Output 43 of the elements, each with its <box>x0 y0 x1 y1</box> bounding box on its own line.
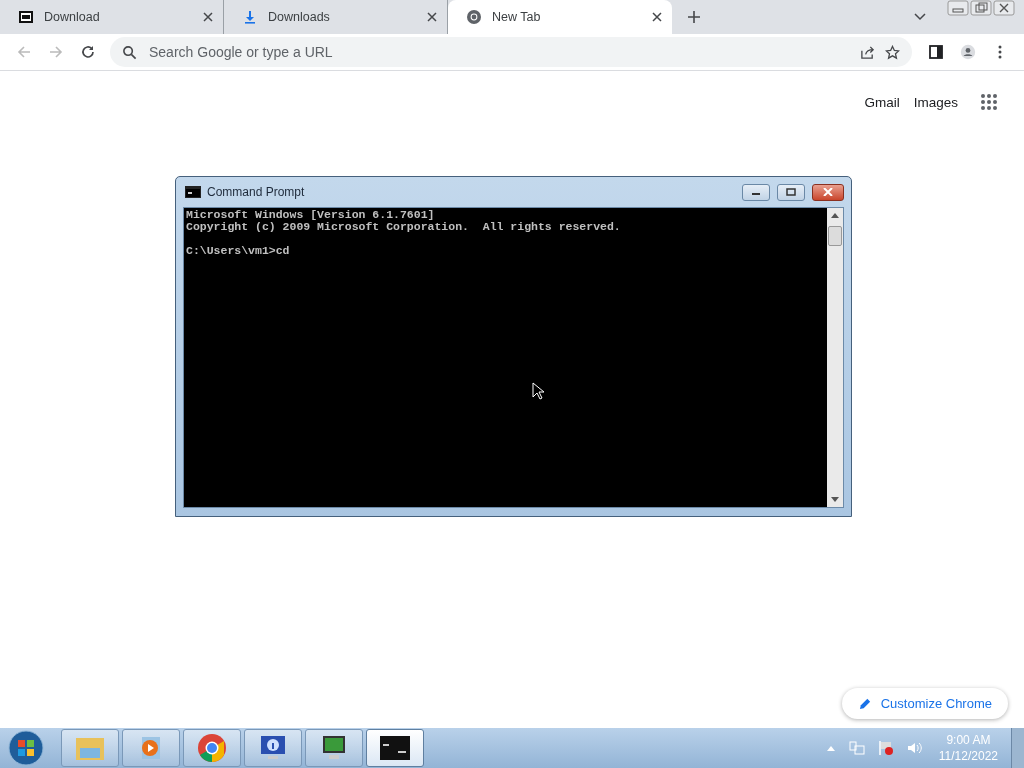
header-link[interactable]: Images <box>913 94 958 110</box>
clock-date: 11/12/2022 <box>938 748 998 764</box>
scroll-up-icon[interactable] <box>831 212 839 218</box>
star-icon[interactable] <box>885 44 900 60</box>
chrome-icon <box>197 733 227 763</box>
close-icon <box>823 188 833 196</box>
address-bar[interactable]: Search Google or type a URL <box>110 37 912 67</box>
taskbar-button[interactable] <box>305 729 363 767</box>
window-title: Command Prompt <box>207 185 305 199</box>
chevron-down-icon[interactable] <box>914 13 926 21</box>
console-icon <box>380 736 410 760</box>
maximize-icon <box>786 188 796 196</box>
pencil-icon <box>858 697 872 710</box>
close-icon[interactable] <box>652 12 662 22</box>
download-icon <box>242 9 258 25</box>
start-button[interactable] <box>8 730 44 766</box>
search-icon <box>122 44 137 60</box>
chrome-icon <box>466 9 482 25</box>
archive-icon <box>18 9 34 25</box>
flag-icon[interactable] <box>877 740 894 756</box>
maximize-button[interactable] <box>777 183 805 201</box>
browser-tab[interactable]: New Tab <box>448 0 672 34</box>
console-prompt: C:\Users\vm1>cd <box>186 245 291 257</box>
taskbar-button[interactable] <box>366 729 424 767</box>
customize-chrome-button[interactable]: Customize Chrome <box>841 688 1008 719</box>
close-icon[interactable] <box>203 12 213 22</box>
mouse-cursor-icon <box>532 382 544 400</box>
window-buttons-icon[interactable] <box>946 0 1016 16</box>
apps-grid-icon[interactable] <box>980 93 998 111</box>
scroll-down-icon[interactable] <box>831 497 839 503</box>
share-icon[interactable] <box>860 44 875 60</box>
scrollbar[interactable] <box>827 208 843 507</box>
new-tab-icon[interactable] <box>687 10 701 24</box>
console-line: Microsoft Windows [Version 6.1.7601] <box>186 209 436 221</box>
close-icon[interactable] <box>427 12 437 22</box>
scroll-thumb[interactable] <box>828 226 842 246</box>
folder-icon <box>75 735 105 761</box>
console-line: Copyright (c) 2009 Microsoft Corporation. All rights reserved. <box>186 221 622 233</box>
clock-time: 9:00 AM <box>946 732 991 748</box>
close-button[interactable] <box>812 183 844 201</box>
minimize-button[interactable] <box>742 183 770 201</box>
header-link[interactable]: Gmail <box>864 94 900 110</box>
console-icon <box>185 186 201 198</box>
